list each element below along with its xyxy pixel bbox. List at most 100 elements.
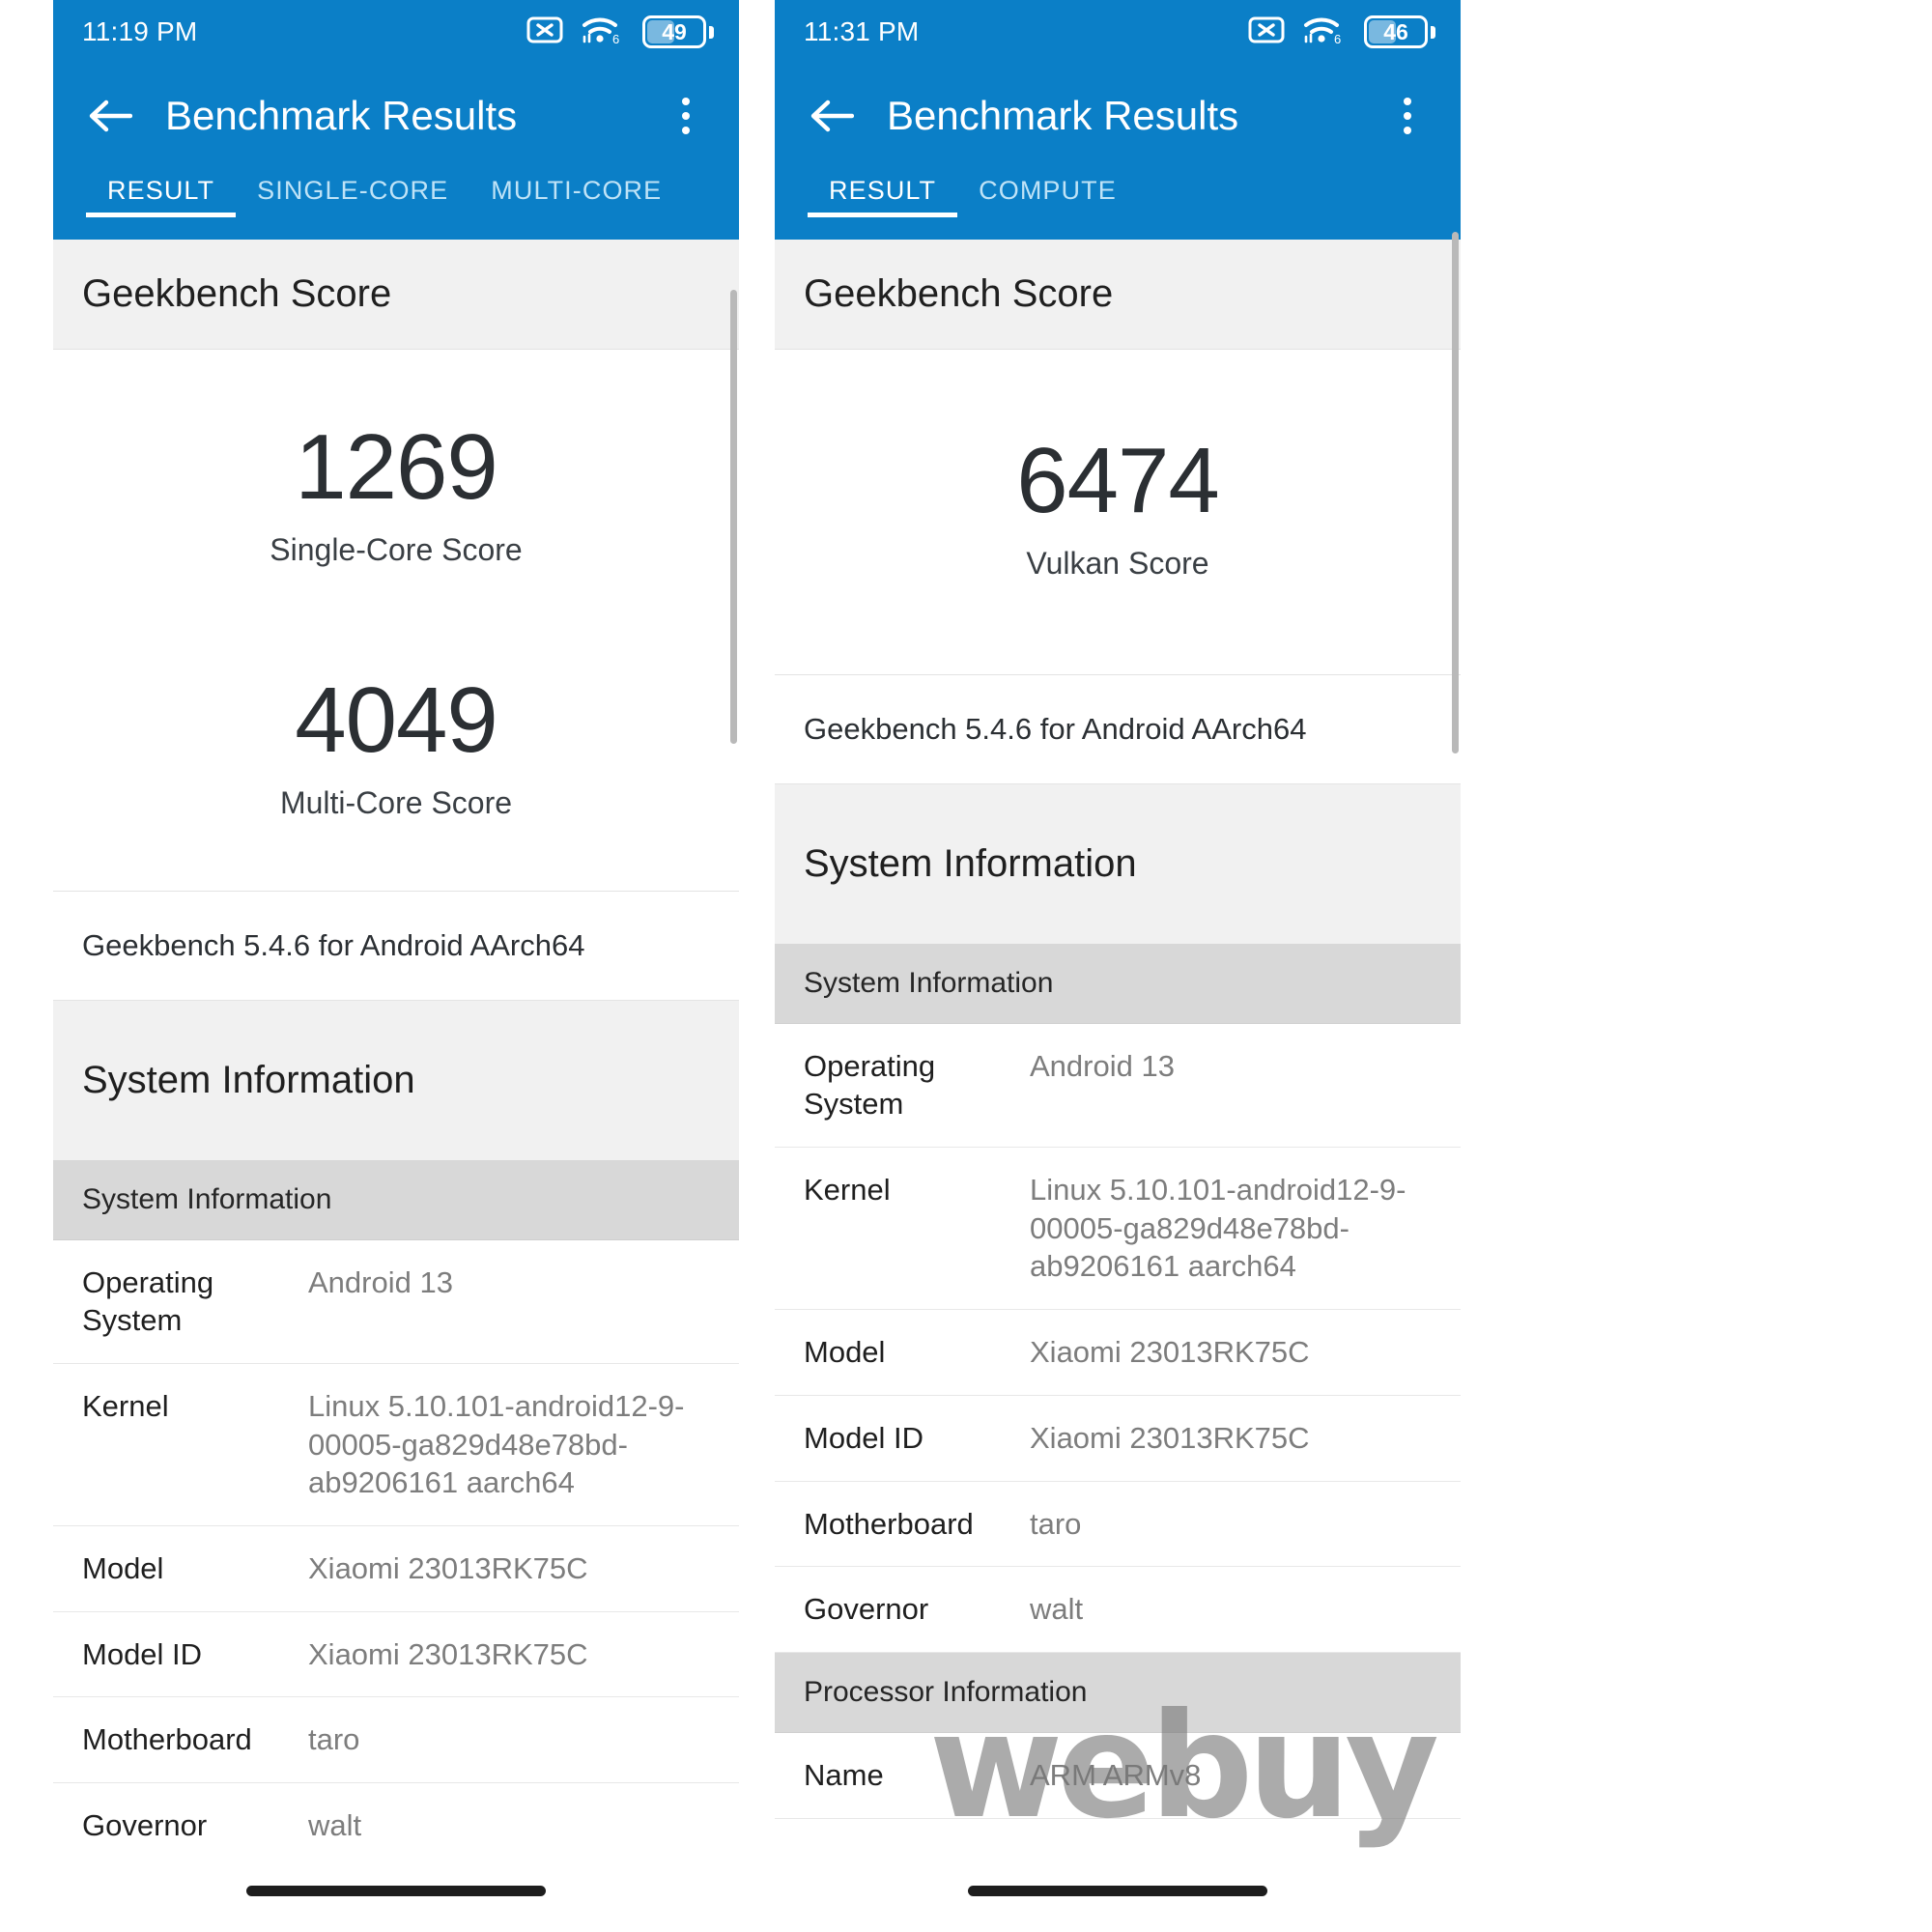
app-bar: Benchmark Results: [53, 64, 739, 168]
row-key: Model ID: [804, 1420, 924, 1455]
row-value: Android 13: [308, 1264, 453, 1299]
row-value: walt: [308, 1807, 362, 1842]
page-title: Benchmark Results: [887, 93, 1239, 138]
svg-text:6: 6: [612, 32, 619, 46]
row-value: taro: [308, 1722, 360, 1757]
system-information-header: System Information: [53, 1000, 739, 1160]
status-clock: 11:19 PM: [82, 16, 198, 46]
tab-single-core[interactable]: SINGLE-CORE: [236, 168, 469, 206]
table-row: Operating System Android 13: [775, 1023, 1461, 1149]
sim-x-icon: [1248, 15, 1285, 49]
result-content: Geekbench Score 6474 Vulkan Score Geekbe…: [775, 240, 1461, 1905]
wifi6-icon: 6: [1302, 14, 1347, 51]
geekbench-score-header: Geekbench Score: [775, 240, 1461, 350]
table-row: Motherboard taro: [775, 1481, 1461, 1568]
back-arrow-icon[interactable]: [802, 86, 862, 146]
tab-bar: RESULT COMPUTE: [775, 168, 1461, 240]
screenshot-stage: 11:19 PM 6 49 Benchmark Results RESULT S…: [0, 0, 1932, 1932]
phone-screenshot-left: 11:19 PM 6 49 Benchmark Results RESULT S…: [53, 0, 739, 1932]
row-value: Linux 5.10.101-android12-9-00005-ga829d4…: [1030, 1173, 1406, 1284]
scrollbar-thumb[interactable]: [730, 290, 737, 744]
score-value: 6474: [1016, 429, 1220, 532]
row-key: Motherboard: [804, 1506, 974, 1541]
tab-result[interactable]: RESULT: [808, 168, 958, 217]
table-row: Kernel Linux 5.10.101-android12-9-00005-…: [53, 1363, 739, 1526]
subsection-system-information: System Information: [53, 1159, 739, 1240]
score-card: 6474 Vulkan Score: [775, 350, 1461, 675]
score-value: 4049: [295, 668, 498, 772]
subsection-system-information: System Information: [775, 943, 1461, 1024]
app-bar: Benchmark Results: [775, 64, 1461, 168]
table-row: Operating System Android 13: [53, 1239, 739, 1364]
tab-compute[interactable]: COMPUTE: [957, 168, 1138, 206]
score-label: Single-Core Score: [270, 531, 523, 567]
table-row: Governor walt: [775, 1567, 1461, 1653]
row-key: Name: [804, 1757, 884, 1792]
score-label: Vulkan Score: [1026, 545, 1209, 581]
geekbench-score-header: Geekbench Score: [53, 240, 739, 350]
status-icons: 6 46: [1248, 14, 1435, 51]
row-value: taro: [1030, 1506, 1082, 1541]
row-value: Xiaomi 23013RK75C: [308, 1550, 588, 1585]
row-value: ARM ARMv8: [1030, 1757, 1202, 1792]
navigation-bar: [775, 1849, 1461, 1932]
status-bar: 11:31 PM 6 46: [775, 0, 1461, 64]
home-gesture-pill[interactable]: [246, 1885, 546, 1896]
table-row: Name ARM ARMv8: [775, 1732, 1461, 1819]
status-clock: 11:31 PM: [804, 16, 920, 46]
more-options-icon[interactable]: [660, 86, 712, 146]
version-row: Geekbench 5.4.6 for Android AArch64: [53, 891, 739, 1001]
system-information-header: System Information: [775, 783, 1461, 944]
more-options-icon[interactable]: [1381, 86, 1434, 146]
score-value: 1269: [295, 415, 498, 519]
tab-bar: RESULT SINGLE-CORE MULTI-CORE: [53, 168, 739, 240]
wifi6-icon: 6: [581, 14, 625, 51]
row-key: Model: [82, 1550, 164, 1585]
table-row: Motherboard taro: [53, 1697, 739, 1783]
table-row: Kernel Linux 5.10.101-android12-9-00005-…: [775, 1148, 1461, 1311]
scrollbar-thumb[interactable]: [1452, 232, 1459, 753]
score-card: 1269 Single-Core Score 4049 Multi-Core S…: [53, 350, 739, 892]
status-icons: 6 49: [526, 14, 714, 51]
score-label: Multi-Core Score: [279, 784, 513, 820]
subsection-processor-information: Processor Information: [775, 1652, 1461, 1733]
score-multi-core: 4049 Multi-Core Score: [53, 630, 739, 891]
row-value: walt: [1030, 1592, 1084, 1627]
battery-icon: 49: [642, 15, 714, 48]
row-key: Kernel: [804, 1173, 891, 1208]
page-title: Benchmark Results: [165, 93, 518, 138]
battery-icon: 46: [1364, 15, 1435, 48]
row-value: Xiaomi 23013RK75C: [308, 1636, 588, 1671]
version-row: Geekbench 5.4.6 for Android AArch64: [775, 674, 1461, 784]
battery-percent: 46: [1383, 18, 1408, 44]
row-key: Motherboard: [82, 1722, 252, 1757]
row-key: Operating System: [82, 1264, 214, 1338]
table-row: Model ID Xiaomi 23013RK75C: [775, 1395, 1461, 1482]
status-bar: 11:19 PM 6 49: [53, 0, 739, 64]
home-gesture-pill[interactable]: [968, 1885, 1267, 1896]
row-key: Governor: [82, 1807, 208, 1842]
row-value: Linux 5.10.101-android12-9-00005-ga829d4…: [308, 1388, 685, 1500]
row-key: Governor: [804, 1592, 929, 1627]
row-key: Kernel: [82, 1388, 169, 1423]
result-content: Geekbench Score 1269 Single-Core Score 4…: [53, 240, 739, 1869]
row-key: Model: [804, 1335, 886, 1370]
table-row: Model Xiaomi 23013RK75C: [775, 1310, 1461, 1396]
row-key: Operating System: [804, 1048, 936, 1122]
row-value: Android 13: [1030, 1048, 1175, 1083]
navigation-bar: [53, 1849, 739, 1932]
table-row: Model ID Xiaomi 23013RK75C: [53, 1611, 739, 1698]
row-value: Xiaomi 23013RK75C: [1030, 1335, 1310, 1370]
battery-percent: 49: [662, 18, 687, 44]
tab-result[interactable]: RESULT: [86, 168, 237, 217]
score-single-core: 1269 Single-Core Score: [53, 350, 739, 630]
row-key: Model ID: [82, 1636, 203, 1671]
score-vulkan: 6474 Vulkan Score: [775, 350, 1461, 674]
phone-screenshot-right: 11:31 PM 6 46 Benchmark Results RESULT C…: [775, 0, 1461, 1932]
svg-text:6: 6: [1334, 32, 1341, 46]
sim-x-icon: [526, 15, 563, 49]
table-row: Model Xiaomi 23013RK75C: [53, 1525, 739, 1612]
tab-multi-core[interactable]: MULTI-CORE: [469, 168, 683, 206]
row-value: Xiaomi 23013RK75C: [1030, 1420, 1310, 1455]
back-arrow-icon[interactable]: [80, 86, 140, 146]
